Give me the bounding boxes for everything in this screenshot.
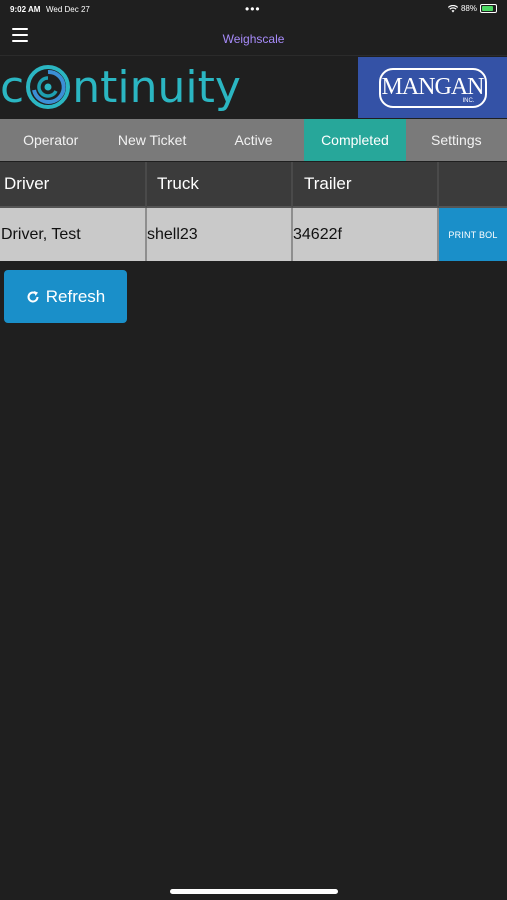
- cell-trailer: 34622f: [293, 208, 439, 261]
- mangan-logo-inc: INC.: [462, 97, 475, 104]
- status-date: Wed Dec 27: [46, 5, 90, 14]
- logo-suffix: ntinuity: [72, 61, 241, 113]
- tab-completed[interactable]: Completed: [304, 119, 406, 161]
- cell-driver: Driver, Test: [0, 208, 147, 261]
- status-time: 9:02 AM: [10, 5, 41, 14]
- brand-row: c ntinuity MANGAN INC.: [0, 57, 507, 118]
- status-right: 88%: [447, 4, 497, 13]
- cell-truck: shell23: [147, 208, 293, 261]
- refresh-label: Refresh: [45, 286, 106, 306]
- continuity-logo: c ntinuity: [0, 59, 241, 115]
- refresh-button[interactable]: Refresh: [4, 270, 127, 323]
- completed-tickets-table: Driver Truck Trailer Driver, Test shell2…: [0, 162, 507, 261]
- mangan-logo-frame: MANGAN INC.: [378, 67, 487, 108]
- table-header: Driver Truck Trailer: [0, 162, 507, 208]
- header-trailer: Trailer: [293, 162, 439, 208]
- refresh-icon: [27, 290, 39, 302]
- nav-bar: Weighscale: [0, 22, 507, 56]
- logo-prefix: c: [0, 61, 25, 113]
- home-indicator[interactable]: [170, 889, 338, 894]
- print-bol-button[interactable]: PRINT BOL: [439, 208, 507, 261]
- cell-action: PRINT BOL: [439, 208, 507, 261]
- status-bar: 9:02 AM Wed Dec 27 ••• 88%: [0, 0, 507, 20]
- swirl-logo-icon: [26, 65, 71, 109]
- battery-fill: [482, 6, 494, 11]
- table-row: Driver, Test shell23 34622f PRINT BOL: [0, 208, 507, 261]
- tab-bar: Operator New Ticket Active Completed Set…: [0, 119, 507, 161]
- tab-settings[interactable]: Settings: [406, 119, 507, 161]
- mangan-logo: MANGAN INC.: [358, 57, 507, 118]
- tab-operator[interactable]: Operator: [0, 119, 101, 161]
- battery-percent: 88%: [460, 4, 477, 13]
- page-title: Weighscale: [222, 32, 285, 46]
- header-action: [439, 162, 507, 208]
- wifi-icon: [447, 4, 458, 12]
- header-driver: Driver: [0, 162, 147, 208]
- header-truck: Truck: [147, 162, 293, 208]
- tab-new-ticket[interactable]: New Ticket: [101, 119, 202, 161]
- battery-icon: [480, 4, 497, 13]
- tab-active[interactable]: Active: [203, 119, 304, 161]
- multitasking-dots[interactable]: •••: [245, 2, 261, 16]
